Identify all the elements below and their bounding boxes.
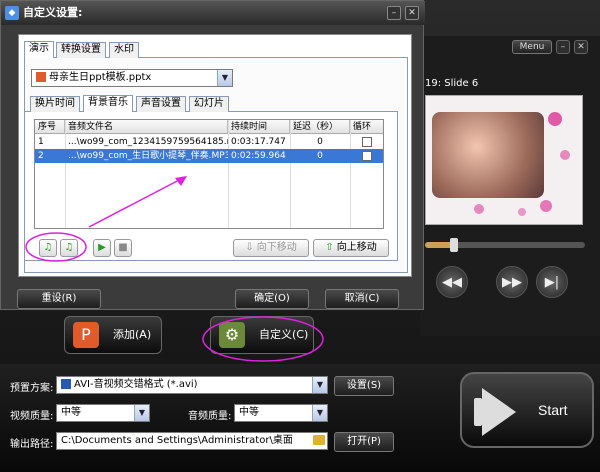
preset-label: 预置方案: [10,383,54,394]
output-path-input[interactable]: C:\Documents and Settings\Administrator\… [56,432,328,450]
output-label: 输出路径: [10,439,54,450]
cancel-button[interactable]: 取消(C) [325,289,399,309]
seek-handle[interactable] [450,238,458,252]
decor-circle [540,200,552,212]
chevron-down-icon: ▼ [134,405,149,421]
slide-photo [432,112,544,198]
audio-quality-label: 音频质量: [188,411,232,422]
open-button[interactable]: 打开(P) [334,432,394,452]
menu-button[interactable]: Menu [512,40,552,54]
add-button[interactable]: P 添加(A) [64,316,162,354]
audio-quality-select[interactable]: 中等 ▼ [234,404,328,422]
ok-button[interactable]: 确定(O) [235,289,309,309]
start-arrow-icon [482,388,516,436]
settings-button[interactable]: 设置(S) [334,376,394,396]
start-button[interactable]: Start [460,372,594,448]
reset-button[interactable]: 重设(R) [17,289,101,309]
custom-settings-dialog: 自定义设置: ◆ – ✕ 演示 转换设置 水印 母亲生日ppt模板.pptx ▼… [0,0,425,310]
rewind-icon[interactable]: ◀◀ [436,266,468,298]
decor-circle [548,112,562,126]
seek-progress [425,242,453,248]
ppt-icon: P [73,322,99,348]
chevron-down-icon: ▼ [312,405,327,421]
next-icon[interactable]: ▶| [536,266,568,298]
minimize-icon[interactable]: – [556,40,570,54]
folder-icon[interactable] [313,435,325,445]
close-icon[interactable]: ✕ [574,40,588,54]
preset-select[interactable]: AVI-音视频交错格式 (*.avi) ▼ [56,376,328,394]
slide-label: 19: Slide 6 [425,78,479,89]
forward-icon[interactable]: ▶▶ [496,266,528,298]
video-format-icon [61,379,71,389]
decor-circle [474,204,484,214]
annotation-overlay [25,176,187,262]
video-quality-select[interactable]: 中等 ▼ [56,404,150,422]
chevron-down-icon: ▼ [312,377,327,393]
video-quality-label: 视频质量: [10,411,54,422]
annotation-ellipse [202,316,324,362]
start-arrow-icon [474,398,482,426]
decor-circle [560,150,570,160]
decor-circle [518,208,526,216]
